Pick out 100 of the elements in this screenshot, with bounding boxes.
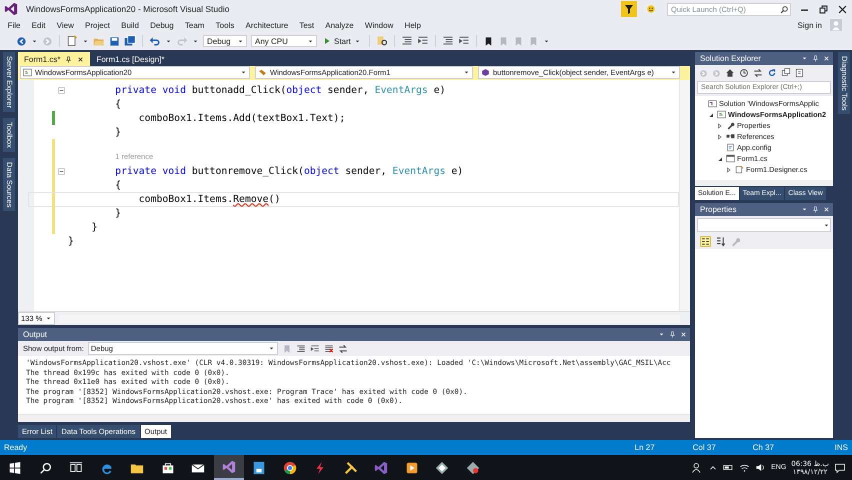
menu-item[interactable]: Help — [398, 20, 427, 30]
media-player-icon[interactable] — [404, 460, 419, 474]
funnel-icon[interactable] — [621, 1, 637, 17]
window-title: WindowsFormsApplication20 - Microsoft Visual Studio — [26, 4, 230, 14]
start-button[interactable]: Start — [321, 34, 363, 48]
menu-item[interactable]: Architecture — [240, 20, 294, 30]
chrome-icon[interactable] — [282, 460, 297, 474]
project-icon — [717, 110, 726, 119]
config-file-icon — [726, 143, 735, 152]
character-number: Ch 37 — [752, 443, 774, 452]
menu-item[interactable]: File — [2, 20, 26, 30]
battery-icon[interactable] — [723, 462, 734, 473]
close-icon[interactable] — [77, 56, 84, 62]
notification-icon[interactable] — [834, 462, 846, 474]
refresh-icon[interactable] — [767, 68, 777, 78]
clear-all-icon[interactable] — [324, 344, 334, 354]
menu-item[interactable]: Analyze — [320, 20, 360, 30]
save-icon[interactable] — [109, 36, 120, 46]
menu-item[interactable]: Project — [79, 20, 116, 30]
sign-in-link[interactable]: Sign in — [798, 20, 822, 30]
collapse-icon[interactable] — [58, 168, 65, 174]
menu-item[interactable]: Build — [116, 20, 145, 30]
search-icon[interactable] — [38, 460, 53, 474]
editor-tab[interactable]: Form1.cs [Design]* — [90, 52, 170, 66]
indent-icon[interactable] — [310, 344, 320, 354]
menu-item[interactable]: View — [51, 20, 80, 30]
smiley-icon[interactable] — [645, 3, 657, 15]
menu-item[interactable]: Test — [294, 20, 320, 30]
back-icon[interactable] — [16, 36, 27, 46]
menu-item[interactable]: Debug — [144, 20, 180, 30]
save-all-icon[interactable] — [124, 35, 136, 47]
panel-title: Output — [23, 330, 48, 339]
window-app-icon[interactable] — [252, 460, 266, 474]
menu-item[interactable]: Edit — [26, 20, 52, 30]
caret-icon[interactable] — [192, 38, 199, 44]
code-line: } — [68, 234, 75, 248]
line-number: Ln 27 — [634, 443, 655, 452]
diamond-app-icon[interactable] — [466, 460, 480, 474]
code-line: private void buttonremove_Click(object sender, EventArgs e) — [114, 164, 464, 178]
platform-dropdown[interactable]: Any CPU — [251, 35, 317, 47]
caret-icon — [268, 345, 275, 352]
alphabetical-icon[interactable] — [715, 236, 726, 247]
play-icon — [323, 37, 331, 45]
caret-icon — [354, 38, 361, 44]
undo-icon[interactable] — [149, 35, 161, 47]
dropdown-icon[interactable] — [658, 331, 665, 338]
code-line: } — [114, 206, 122, 220]
visual-studio-icon[interactable] — [374, 460, 388, 474]
expand-arrow-icon[interactable] — [725, 166, 733, 174]
configuration-dropdown[interactable]: Debug — [203, 35, 247, 47]
tools-icon[interactable] — [344, 460, 358, 474]
history-icon[interactable] — [739, 68, 749, 78]
categorized-icon[interactable] — [700, 236, 711, 247]
column-number: Col 37 — [692, 443, 716, 452]
menu-item[interactable]: Team — [179, 20, 210, 30]
store-bag-icon[interactable] — [160, 460, 175, 474]
align-icon[interactable] — [400, 35, 413, 47]
home-icon[interactable] — [725, 68, 735, 78]
expand-arrow-icon[interactable] — [716, 132, 724, 140]
caret-icon[interactable] — [542, 38, 550, 44]
method-icon — [481, 68, 490, 77]
caret-icon — [823, 222, 830, 228]
caret-icon — [670, 69, 677, 76]
word-wrap-icon[interactable] — [338, 344, 348, 354]
editor-tab[interactable]: Form1.cs* — [18, 52, 90, 66]
code-line: { — [114, 98, 122, 110]
caret-icon[interactable] — [165, 38, 172, 44]
windows-logo-icon[interactable] — [8, 460, 22, 474]
collapse-icon[interactable] — [58, 86, 65, 94]
task-view-icon[interactable] — [69, 460, 84, 474]
caret-icon[interactable] — [31, 38, 38, 44]
dropdown-icon[interactable] — [801, 206, 808, 213]
dropdown-icon[interactable] — [801, 55, 808, 62]
expand-arrow-icon[interactable] — [716, 122, 724, 130]
visual-studio-icon[interactable] — [222, 460, 236, 474]
close-icon[interactable] — [837, 4, 848, 14]
caret-icon — [240, 69, 247, 76]
caret-icon — [45, 315, 52, 322]
lines-icon[interactable] — [442, 35, 454, 47]
pin-icon[interactable] — [65, 56, 72, 62]
wifi-icon[interactable] — [739, 462, 750, 473]
status-text: Ready — [4, 443, 28, 452]
search-icon[interactable] — [780, 4, 789, 14]
insert-mode: INS — [834, 443, 848, 452]
diamond-app-icon[interactable] — [435, 460, 450, 474]
restore-icon[interactable] — [818, 4, 829, 14]
sync-icon[interactable] — [753, 68, 763, 78]
collapse-all-icon[interactable] — [781, 68, 791, 78]
lines-icon[interactable] — [296, 344, 306, 354]
volume-icon[interactable] — [755, 462, 766, 473]
menu-item[interactable]: Window — [359, 20, 399, 30]
panel-title: Solution Explorer — [700, 54, 762, 63]
panel-title: Properties — [700, 205, 738, 214]
caret-icon[interactable] — [82, 38, 89, 44]
person-icon[interactable] — [691, 462, 704, 474]
caret-icon — [463, 69, 470, 76]
new-project-icon[interactable] — [66, 35, 78, 47]
menu-item[interactable]: Tools — [210, 20, 240, 30]
show-all-files-icon[interactable] — [795, 68, 805, 78]
project-icon — [23, 68, 32, 77]
